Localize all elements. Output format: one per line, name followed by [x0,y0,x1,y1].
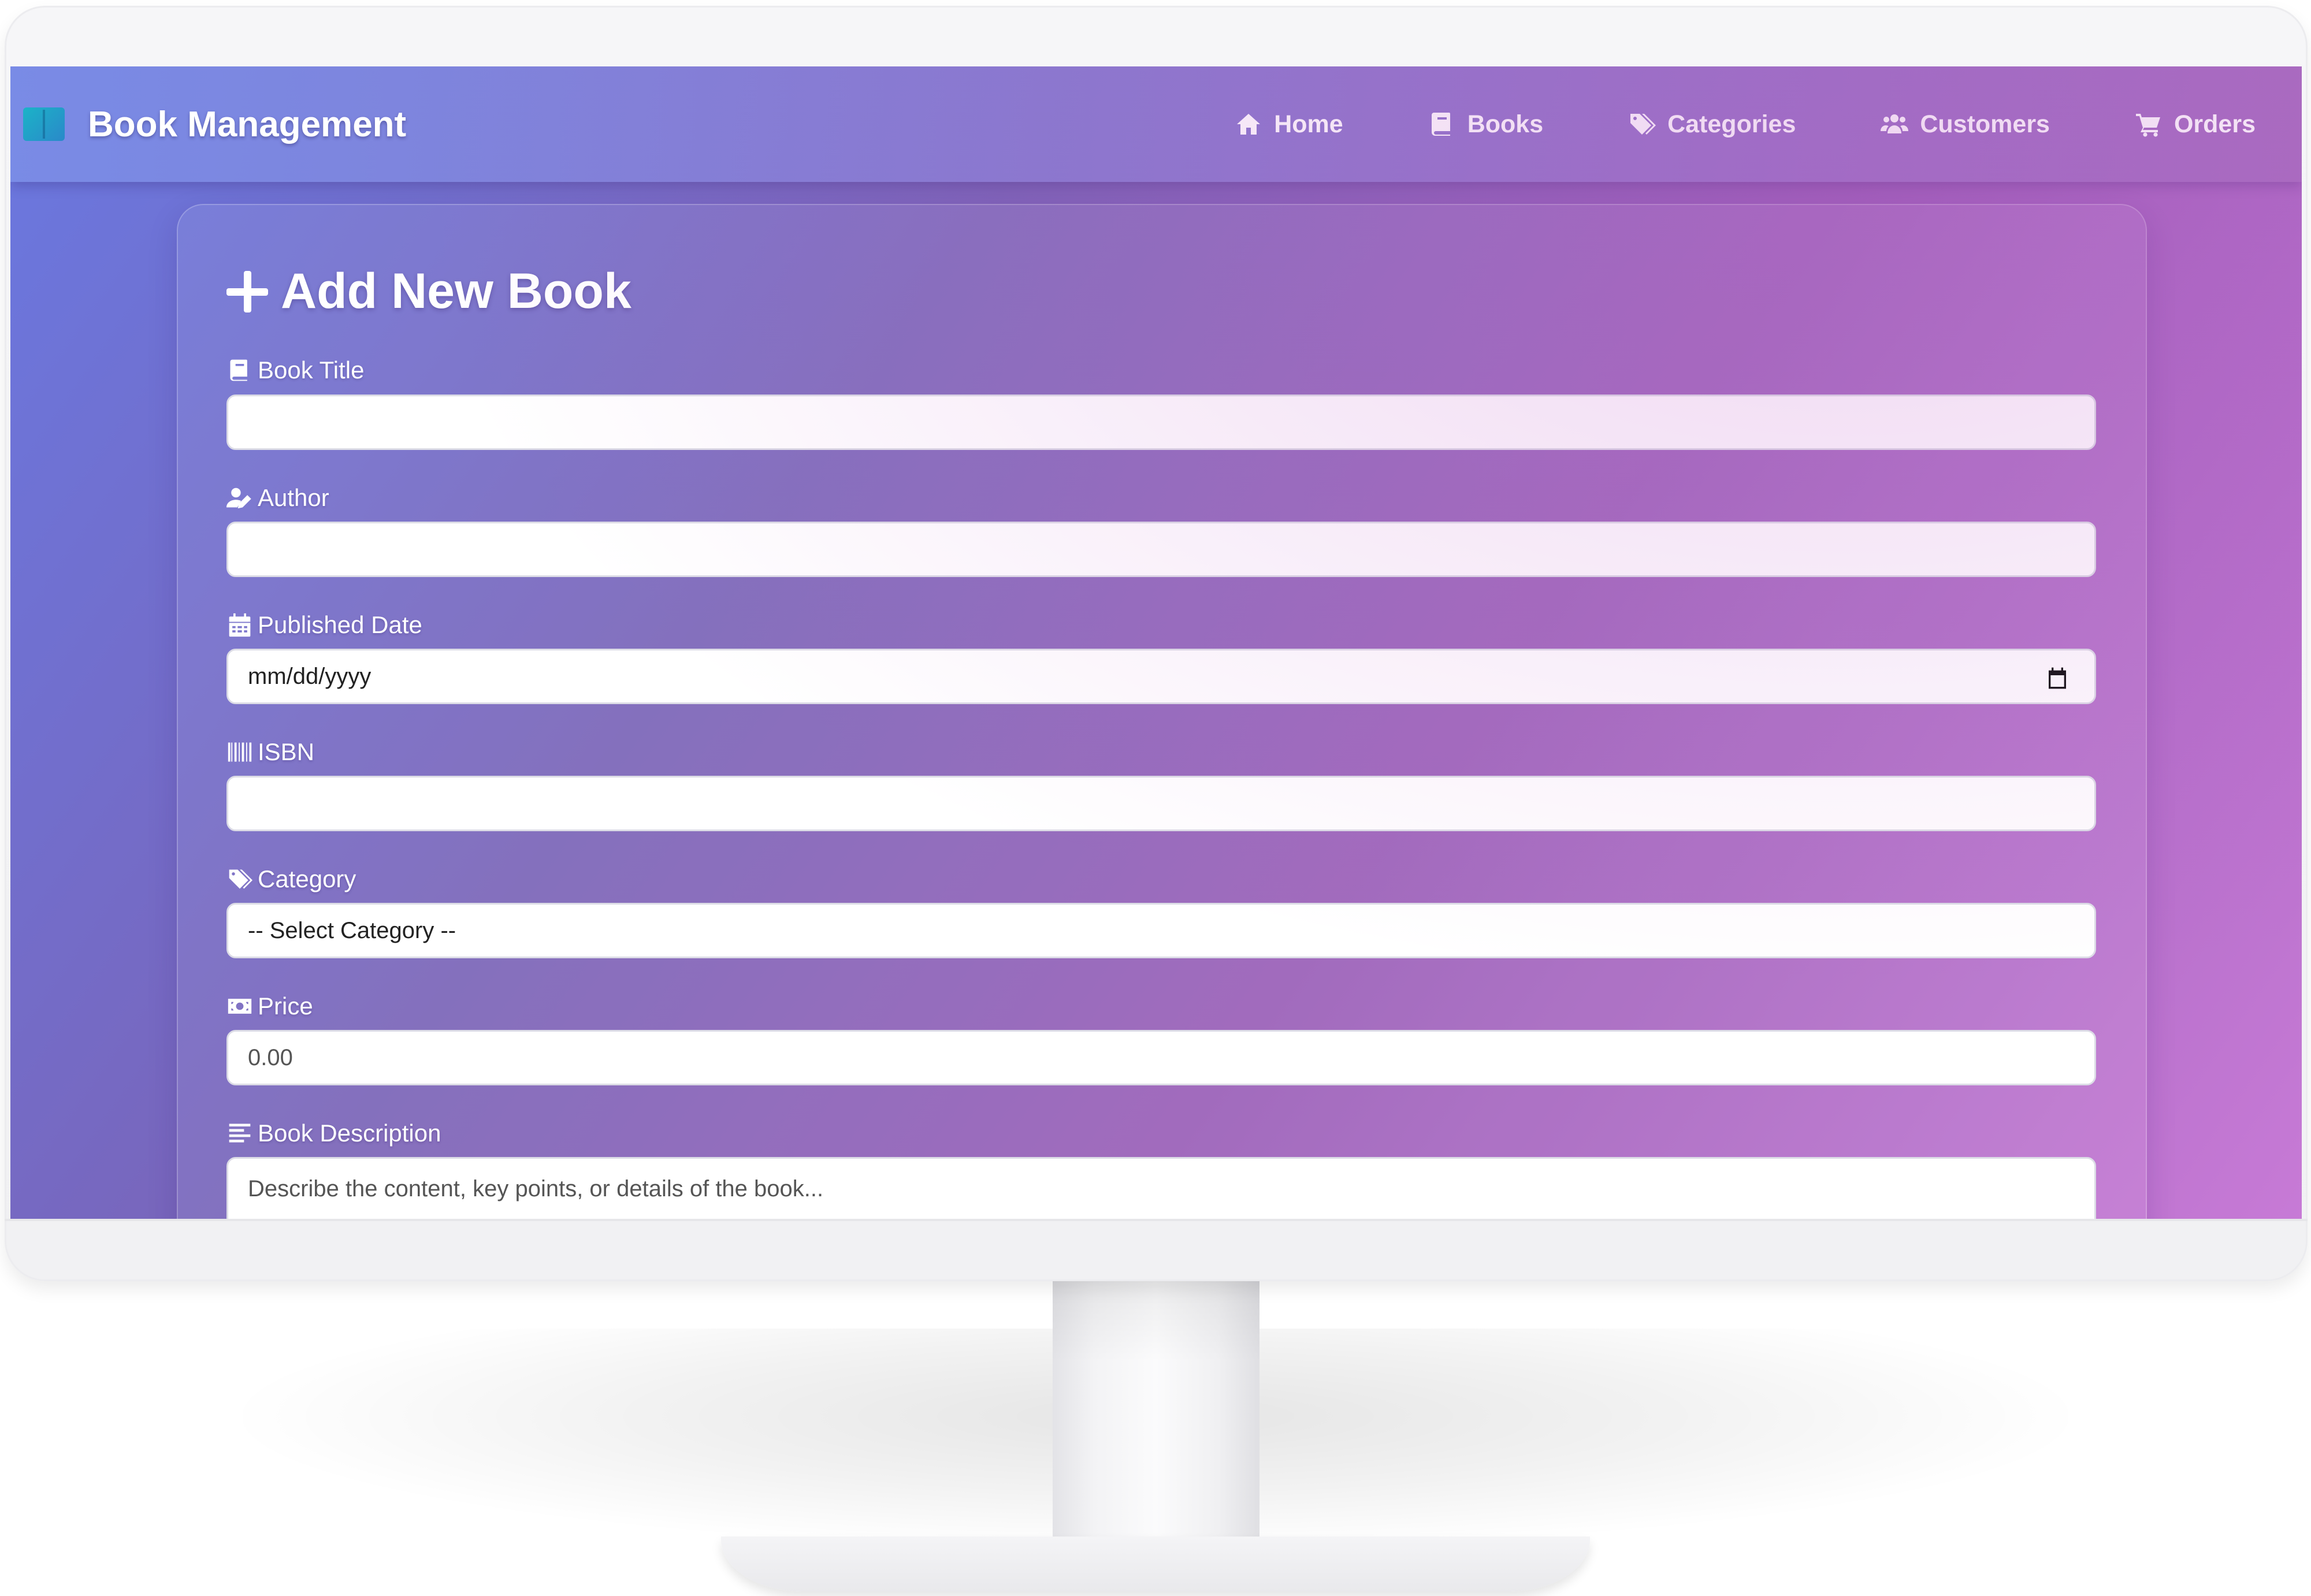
open-book-logo-icon [23,107,65,141]
nav-item-label: Categories [1667,110,1796,138]
nav-item-label: Orders [2173,110,2256,138]
category-select[interactable]: -- Select Category -- [226,903,2096,958]
monitor-neck [1053,1281,1259,1564]
money-bill-icon [226,994,253,1019]
published-date-input[interactable]: mm/dd/yyyy [226,649,2096,704]
field-label-text: Book Description [258,1119,441,1147]
nav-item-books[interactable]: Books [1427,110,1543,139]
barcode-icon [226,739,253,765]
calendar-icon [226,612,253,638]
home-icon [1233,110,1264,138]
field-label-text: Category [258,865,356,892]
category-label: Category [226,865,356,893]
book-icon [1427,110,1457,138]
field-label-text: ISBN [258,738,315,765]
description-label: Book Description [226,1119,441,1147]
monitor-chin [5,1219,2308,1221]
isbn-label: ISBN [226,738,314,766]
nav-item-home[interactable]: Home [1233,110,1343,139]
book-title-input[interactable] [226,395,2096,450]
nav-item-label: Home [1274,110,1343,138]
field-label-text: Author [258,484,329,511]
field-label-text: Book Title [258,356,365,384]
plus-icon [226,270,268,312]
nav-menu: Home Books Categories Customers Orders [1233,110,2256,139]
monitor-mockup: Book Management Home Books Categories Cu… [0,0,2311,1596]
tags-icon [1627,110,1657,138]
user-pen-icon [226,485,253,511]
brand-title: Book Management [88,104,407,144]
author-label: Author [226,484,329,512]
date-placeholder: mm/dd/yyyy [248,663,371,689]
book-icon [226,358,253,383]
form-title: Add New Book [226,263,631,320]
cart-icon [2134,110,2164,138]
author-input[interactable] [226,522,2096,577]
book-title-label: Book Title [226,356,364,384]
nav-item-label: Books [1467,110,1544,138]
nav-item-orders[interactable]: Orders [2134,110,2256,139]
category-selected-value: -- Select Category -- [248,917,456,943]
calendar-picker-icon[interactable] [2046,667,2069,690]
price-label: Price [226,992,313,1020]
form-title-text: Add New Book [281,263,631,319]
users-icon [1879,110,1909,138]
monitor-base [721,1537,1590,1591]
book-description-textarea[interactable] [226,1157,2096,1219]
nav-item-customers[interactable]: Customers [1879,110,2050,139]
field-label-text: Published Date [258,611,422,638]
tags-icon [226,866,253,892]
align-left-icon [226,1121,253,1146]
nav-item-categories[interactable]: Categories [1627,110,1796,139]
brand[interactable]: Book Management [23,104,406,145]
top-navbar: Book Management Home Books Categories Cu… [10,66,2302,182]
add-book-form-card: Add New Book Book Title Author Published… [177,204,2147,1219]
price-input[interactable] [226,1030,2096,1085]
nav-item-label: Customers [1920,110,2050,138]
published-date-label: Published Date [226,611,422,639]
isbn-input[interactable] [226,776,2096,831]
app-screen: Book Management Home Books Categories Cu… [10,66,2302,1219]
field-label-text: Price [258,992,313,1020]
